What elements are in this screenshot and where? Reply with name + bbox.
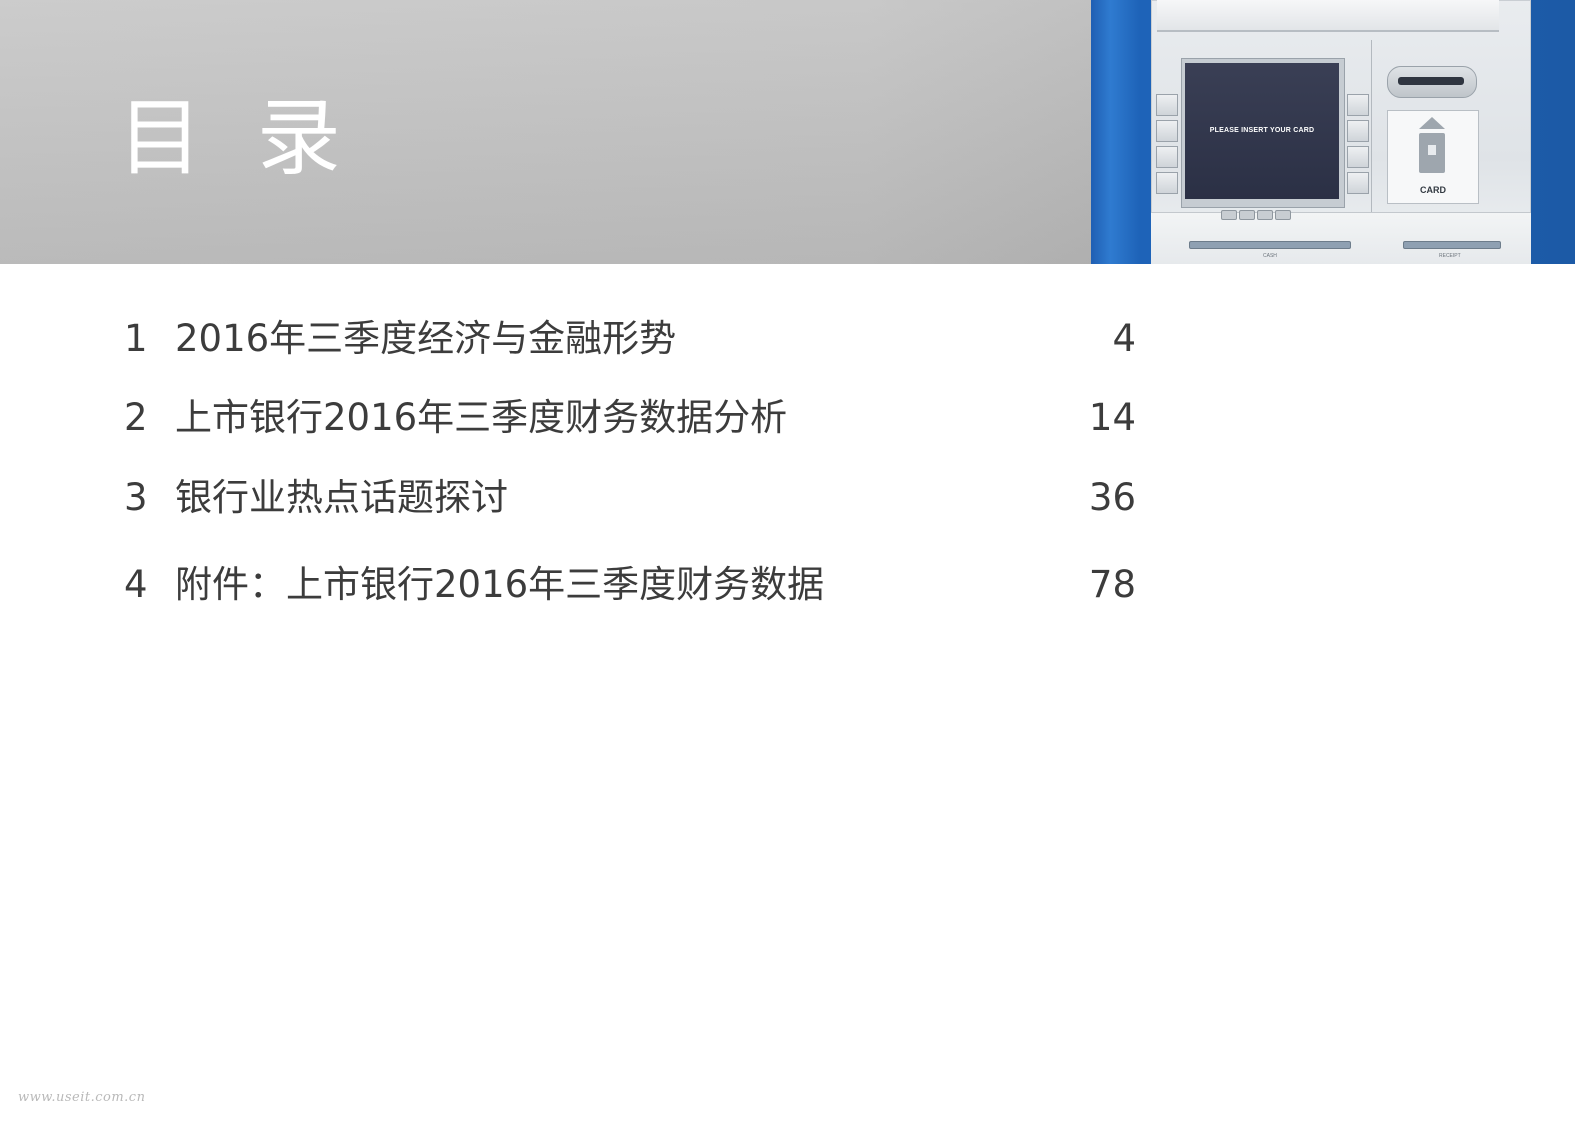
atm-side-key: [1347, 146, 1369, 168]
keypad-key: [1221, 210, 1237, 220]
toc-page: 目 录 PLEASE INSERT YOUR CARD CARD CASH RE…: [0, 0, 1575, 1123]
card-chip-icon: [1428, 145, 1436, 155]
atm-side-key: [1347, 94, 1369, 116]
toc-entry-title: 银行业热点话题探讨: [175, 476, 508, 519]
receipt-label: RECEIPT: [1439, 253, 1461, 259]
keypad-key: [1257, 210, 1273, 220]
atm-top-panel: [1157, 0, 1499, 32]
atm-side-key: [1156, 94, 1178, 116]
atm-image: PLEASE INSERT YOUR CARD CARD CASH RECEIP…: [1091, 0, 1575, 264]
toc-entry[interactable]: 3 银行业热点话题探讨 36: [124, 473, 1136, 523]
toc-entry[interactable]: 4 附件：上市银行2016年三季度财务数据 78: [124, 560, 1136, 610]
atm-screen-frame: PLEASE INSERT YOUR CARD: [1181, 58, 1345, 208]
toc-entry-page: 36: [1088, 476, 1136, 519]
cash-slot: [1189, 241, 1351, 249]
atm-side-key: [1156, 120, 1178, 142]
toc-entry-page: 78: [1088, 563, 1136, 606]
toc-entry-page: 4: [1112, 317, 1136, 360]
atm-screen: PLEASE INSERT YOUR CARD: [1185, 63, 1339, 199]
cash-label: CASH: [1263, 253, 1277, 259]
atm-side-key: [1156, 146, 1178, 168]
toc-entry-number: 4: [124, 563, 148, 606]
page-title: 目 录: [118, 89, 355, 187]
card-arrow-icon: [1419, 117, 1445, 129]
atm-body: PLEASE INSERT YOUR CARD CARD CASH RECEIP…: [1151, 0, 1531, 264]
atm-side-key: [1347, 120, 1369, 142]
header-banner: 目 录 PLEASE INSERT YOUR CARD CARD CASH RE…: [0, 0, 1575, 264]
toc-entry-title: 附件：上市银行2016年三季度财务数据: [175, 563, 825, 606]
receipt-slot: [1403, 241, 1501, 249]
watermark: www.useit.com.cn: [18, 1090, 146, 1105]
keypad-key: [1239, 210, 1255, 220]
card-label: CARD: [1420, 185, 1446, 195]
card-icon: [1419, 133, 1445, 173]
toc-entry-number: 2: [124, 396, 148, 439]
toc-entry-page: 14: [1088, 396, 1136, 439]
toc-entry-title: 2016年三季度经济与金融形势: [175, 317, 677, 360]
toc-entry-number: 1: [124, 317, 148, 360]
card-slot-opening: [1398, 77, 1464, 85]
atm-lower-panel: CASH RECEIPT: [1151, 212, 1531, 264]
toc-entry[interactable]: 2 上市银行2016年三季度财务数据分析 14: [124, 393, 1136, 443]
atm-side-key: [1156, 172, 1178, 194]
toc-entry[interactable]: 1 2016年三季度经济与金融形势 4: [124, 314, 1136, 364]
toc-entry-title: 上市银行2016年三季度财务数据分析: [175, 396, 788, 439]
card-panel: CARD: [1387, 110, 1479, 204]
toc-entry-number: 3: [124, 476, 148, 519]
atm-side-key: [1347, 172, 1369, 194]
card-slot: [1387, 66, 1477, 98]
keypad-key: [1275, 210, 1291, 220]
